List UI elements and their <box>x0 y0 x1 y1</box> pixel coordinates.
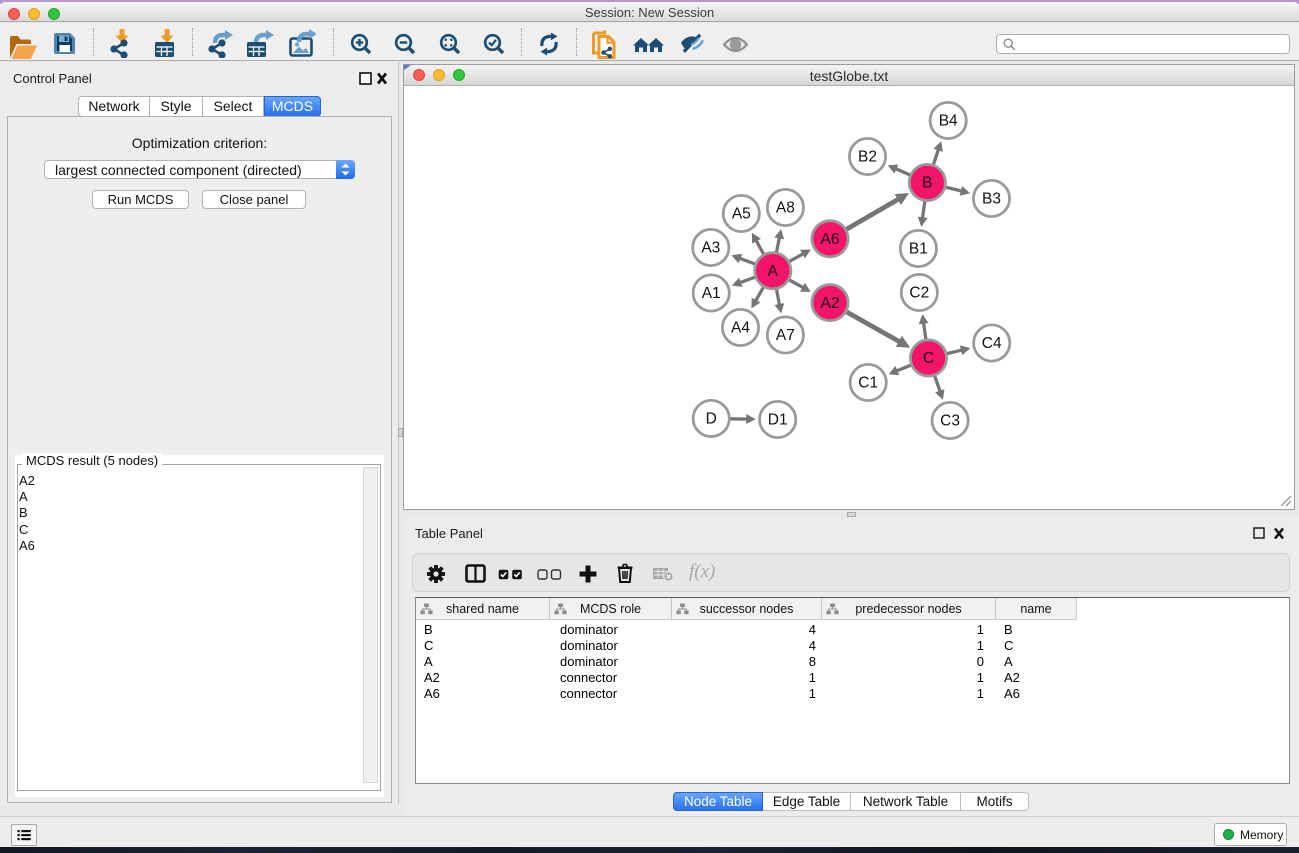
svg-text:A4: A4 <box>731 320 750 337</box>
svg-text:A: A <box>768 263 779 280</box>
svg-text:B4: B4 <box>939 113 958 130</box>
svg-text:D: D <box>706 411 717 428</box>
svg-text:B3: B3 <box>982 191 1001 208</box>
svg-text:C: C <box>923 350 934 367</box>
svg-text:C4: C4 <box>982 335 1002 352</box>
svg-text:A3: A3 <box>701 240 720 257</box>
svg-text:A8: A8 <box>776 200 795 217</box>
svg-text:A6: A6 <box>821 231 840 248</box>
svg-text:C3: C3 <box>940 413 960 430</box>
svg-text:A7: A7 <box>776 327 795 344</box>
svg-text:A2: A2 <box>821 295 840 312</box>
svg-text:A5: A5 <box>732 206 751 223</box>
svg-text:B1: B1 <box>909 241 928 258</box>
svg-text:B2: B2 <box>858 149 877 166</box>
svg-text:D1: D1 <box>768 412 788 429</box>
svg-text:C1: C1 <box>858 375 878 392</box>
svg-text:C2: C2 <box>909 285 929 302</box>
svg-text:A1: A1 <box>702 285 721 302</box>
svg-text:B: B <box>922 175 932 192</box>
